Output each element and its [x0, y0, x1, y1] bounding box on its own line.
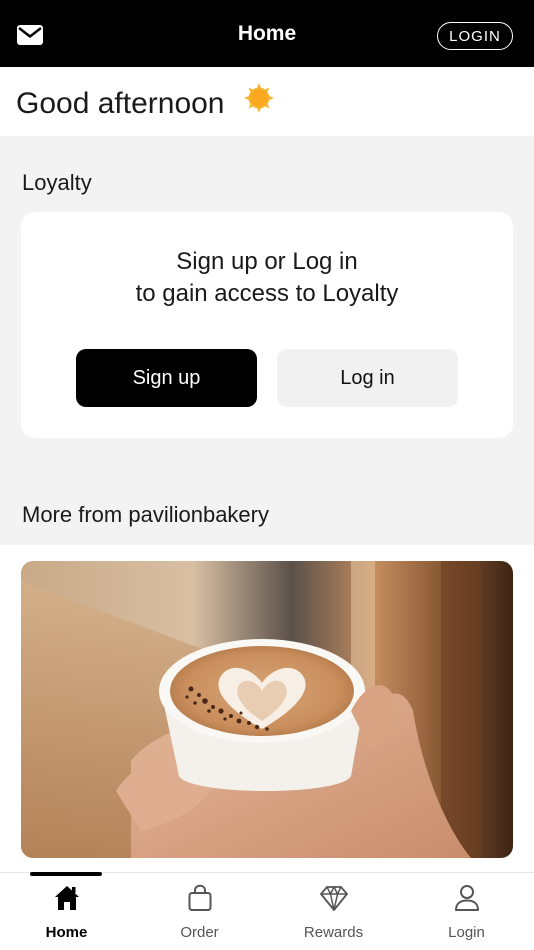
loyalty-message: Sign up or Log in to gain access to Loya…	[21, 246, 513, 310]
tab-home-label: Home	[45, 924, 88, 941]
loyalty-section-title: Loyalty	[22, 170, 92, 195]
loyalty-message-line2: to gain access to Loyalty	[135, 280, 399, 307]
top-app-bar: Home LOGIN	[0, 0, 534, 67]
loyalty-message-line1: Sign up or Log in	[176, 248, 358, 275]
bottom-tab-bar: Home Order Rewards Login	[0, 872, 534, 950]
person-icon	[452, 883, 482, 913]
header-login-button[interactable]: LOGIN	[437, 22, 513, 50]
sun-icon	[243, 82, 275, 114]
tab-home[interactable]: Home	[0, 873, 133, 950]
tab-login[interactable]: Login	[400, 873, 533, 950]
tab-order[interactable]: Order	[133, 873, 266, 950]
tab-rewards[interactable]: Rewards	[267, 873, 400, 950]
tab-login-label: Login	[448, 924, 485, 941]
promo-section	[0, 545, 534, 875]
greeting-text: Good afternoon	[16, 87, 225, 120]
sign-up-button[interactable]: Sign up	[76, 349, 257, 407]
loyalty-card: Sign up or Log in to gain access to Loya…	[21, 212, 513, 438]
tab-rewards-label: Rewards	[303, 924, 364, 941]
more-section-title: More from pavilionbakery	[22, 502, 269, 527]
home-icon	[52, 883, 82, 913]
latte-promo-image[interactable]	[21, 561, 513, 858]
tab-order-label: Order	[180, 924, 219, 941]
log-in-button[interactable]: Log in	[277, 349, 458, 407]
diamond-icon	[319, 883, 349, 913]
shopping-bag-icon	[185, 883, 215, 913]
